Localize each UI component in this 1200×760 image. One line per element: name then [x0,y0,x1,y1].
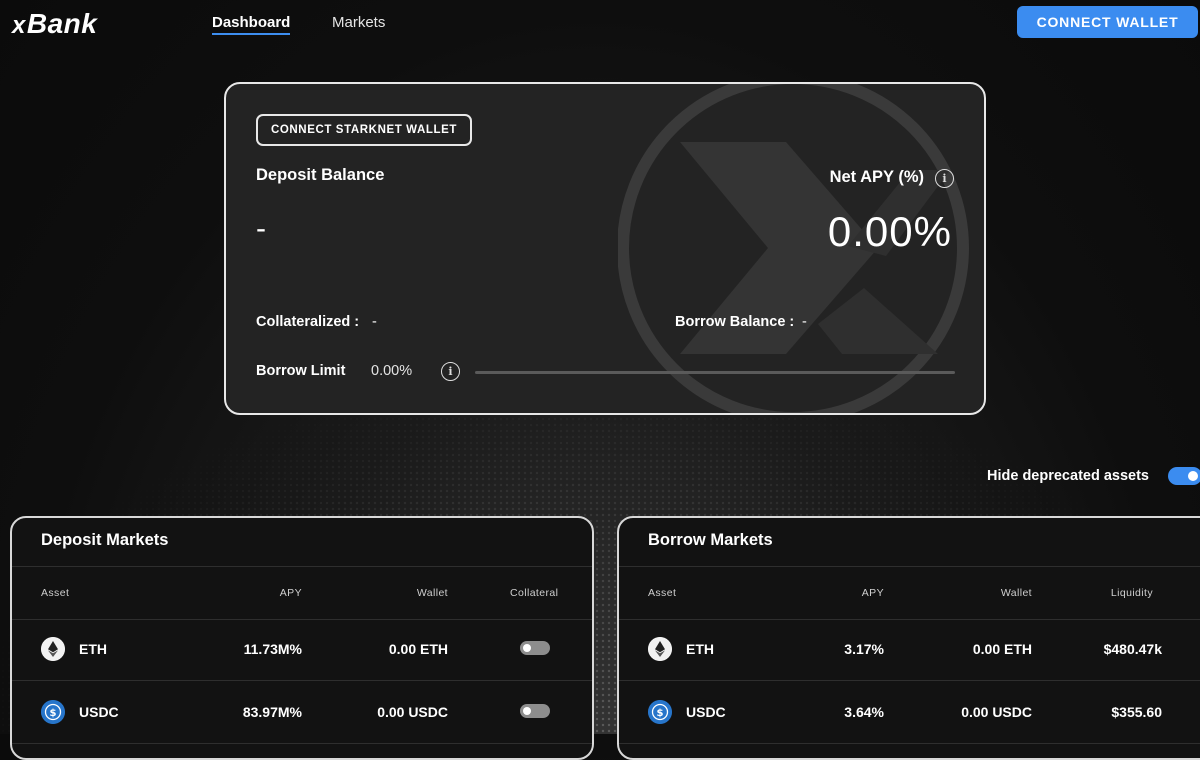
apy-value: 83.97M% [242,704,302,720]
deposit-balance-value: - [256,212,266,245]
net-apy-info-icon[interactable]: i [935,169,954,188]
col-asset[interactable]: Asset [41,587,69,599]
connect-starknet-wallet-button[interactable]: CONNECT STARKNET WALLET [256,114,472,146]
deposit-markets-panel: Deposit Markets Asset APY Wallet Collate… [10,516,594,760]
liquidity-value: $480.47k [1103,641,1162,657]
col-apy[interactable]: APY [280,587,302,599]
borrow-limit-info-icon[interactable]: i [441,362,460,381]
borrow-limit-value: 0.00% [371,363,413,379]
col-collateral[interactable]: Collateral [510,587,558,599]
wallet-value: 0.00 USDC [961,704,1032,720]
borrow-table-header: Asset APY Wallet Liquidity [619,566,1200,620]
connect-wallet-button[interactable]: CONNECT WALLET [1017,6,1198,38]
nav-markets[interactable]: Markets [332,14,385,31]
asset-name: USDC [79,704,119,720]
collateral-toggle[interactable] [520,641,550,655]
table-row[interactable]: ETH 3.17% 0.00 ETH $480.47k [619,618,1200,681]
account-summary-card: CONNECT STARKNET WALLET Deposit Balance … [224,82,986,415]
borrow-markets-title: Borrow Markets [648,531,773,549]
liquidity-value: $355.60 [1111,704,1162,720]
asset-name: ETH [79,641,107,657]
asset-name: ETH [686,641,714,657]
asset-name: USDC [686,704,726,720]
usdc-icon: $ [648,700,672,724]
apy-value: 11.73M% [243,641,302,657]
wallet-value: 0.00 ETH [388,641,448,657]
net-apy-label: Net APY (%) [829,168,924,186]
table-row[interactable]: $ USDC 3.64% 0.00 USDC $355.60 [619,681,1200,744]
col-asset[interactable]: Asset [648,587,676,599]
borrow-balance-value: - [802,314,807,330]
deposit-balance-label: Deposit Balance [256,166,385,184]
hide-deprecated-label: Hide deprecated assets [987,468,1149,484]
borrow-limit-progress-bar [475,371,955,374]
net-apy-value: 0.00% [827,208,952,255]
table-row[interactable]: $ USDC 83.97M% 0.00 USDC [12,681,592,744]
xbank-logo[interactable]: xBank [12,8,97,40]
toggle-knob [523,707,531,715]
nav-dashboard[interactable]: Dashboard [212,14,291,35]
borrow-limit-label: Borrow Limit [256,363,346,379]
eth-icon [648,637,672,661]
hide-deprecated-toggle[interactable] [1168,467,1200,485]
toggle-knob [523,644,531,652]
collateral-toggle[interactable] [520,704,550,718]
borrow-balance-label: Borrow Balance : [675,314,795,330]
collateralized-label: Collateralized : [256,314,360,330]
svg-text:$: $ [50,708,57,719]
col-liquidity[interactable]: Liquidity [1111,587,1153,599]
collateralized-value: - [372,314,377,330]
deposit-markets-title: Deposit Markets [41,531,169,549]
toggle-knob [1188,471,1198,481]
svg-text:$: $ [657,708,664,719]
usdc-icon: $ [41,700,65,724]
table-row[interactable]: ETH 11.73M% 0.00 ETH [12,618,592,681]
borrow-markets-panel: Borrow Markets Asset APY Wallet Liquidit… [617,516,1200,760]
wallet-value: 0.00 USDC [377,704,448,720]
deposit-table-header: Asset APY Wallet Collateral [12,566,592,620]
wallet-value: 0.00 ETH [972,641,1032,657]
apy-value: 3.17% [844,641,884,657]
apy-value: 3.64% [844,704,884,720]
eth-icon [41,637,65,661]
col-wallet[interactable]: Wallet [417,587,448,599]
col-apy[interactable]: APY [862,587,884,599]
col-wallet[interactable]: Wallet [1001,587,1032,599]
